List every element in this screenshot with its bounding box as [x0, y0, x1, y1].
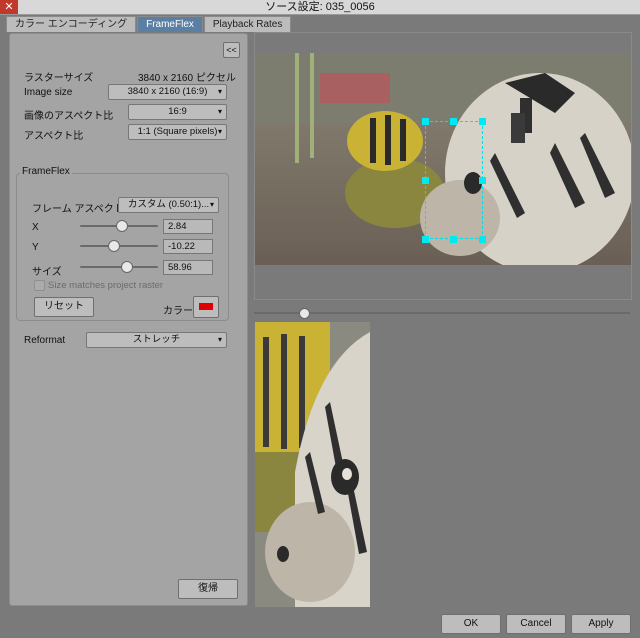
crop-handle-top-middle[interactable] — [450, 118, 457, 125]
framed-output-preview — [255, 322, 370, 607]
crop-handle-bottom-left[interactable] — [422, 236, 429, 243]
size-field[interactable]: 58.96 — [163, 260, 213, 275]
y-slider[interactable] — [80, 240, 158, 252]
window-titlebar: ✕ ソース設定: 035_0056 — [0, 0, 640, 15]
tab-color-encoding[interactable]: カラー エンコーディング — [6, 16, 137, 32]
y-field[interactable]: -10.22 — [163, 239, 213, 254]
frame-aspect-select[interactable]: カスタム (0.50:1)... ▾ — [118, 197, 219, 213]
crop-handle-middle-right[interactable] — [479, 177, 486, 184]
close-icon[interactable]: ✕ — [0, 0, 18, 14]
crop-handle-top-left[interactable] — [422, 118, 429, 125]
ok-button[interactable]: OK — [441, 614, 501, 634]
y-slider-thumb[interactable] — [107, 240, 120, 252]
size-slider[interactable] — [80, 261, 158, 273]
reformat-select[interactable]: ストレッチ ▾ — [86, 332, 227, 348]
size-matches-label: Size matches project raster — [48, 280, 164, 291]
image-aspect-select[interactable]: 16:9 ▾ — [128, 104, 227, 120]
scrub-thumb[interactable] — [299, 308, 311, 319]
raster-size-label: ラスターサイズ — [24, 73, 94, 84]
size-label: サイズ — [32, 267, 62, 278]
color-swatch-fill — [199, 303, 213, 310]
window-title: ソース設定: 035_0056 — [265, 1, 375, 13]
preview-divider — [254, 299, 631, 300]
x-slider-thumb[interactable] — [115, 220, 128, 232]
x-field[interactable]: 2.84 — [163, 219, 213, 234]
reset-button[interactable]: リセット — [34, 297, 94, 317]
crop-handle-middle-left[interactable] — [422, 177, 429, 184]
framed-output-svg — [255, 322, 370, 607]
reformat-label: Reformat — [24, 335, 66, 346]
tab-bar: カラー エンコーディング FrameFlex Playback Rates — [6, 16, 292, 33]
aspect-ratio-label: アスペクト比 — [24, 131, 84, 142]
x-label: X — [32, 222, 39, 233]
size-matches-checkbox[interactable] — [34, 280, 45, 291]
x-slider[interactable] — [80, 220, 158, 232]
tab-playback-rates[interactable]: Playback Rates — [203, 16, 292, 32]
collapse-button[interactable]: << — [223, 42, 240, 58]
chevron-down-icon: ▾ — [217, 107, 222, 116]
source-preview-image[interactable] — [255, 53, 631, 265]
image-size-select[interactable]: 3840 x 2160 (16:9) ▾ — [108, 84, 227, 100]
image-aspect-label: 画像のアスペクト比 — [24, 111, 114, 122]
image-size-label: Image size — [24, 87, 73, 98]
preview-scrub-slider[interactable] — [254, 308, 630, 319]
aspect-ratio-select[interactable]: 1:1 (Square pixels) ▾ — [128, 124, 227, 140]
chevron-down-icon: ▾ — [217, 127, 222, 136]
crop-handle-bottom-right[interactable] — [479, 236, 486, 243]
frameflex-group-title: FrameFlex — [20, 166, 72, 177]
cancel-button[interactable]: Cancel — [506, 614, 566, 634]
color-swatch-button[interactable] — [193, 296, 219, 318]
tab-frameflex[interactable]: FrameFlex — [137, 16, 203, 32]
size-slider-thumb[interactable] — [121, 261, 134, 273]
chevron-down-icon: ▾ — [217, 335, 222, 344]
apply-button[interactable]: Apply — [571, 614, 631, 634]
crop-handle-top-right[interactable] — [479, 118, 486, 125]
raster-size-value: 3840 x 2160 ピクセル — [138, 73, 236, 84]
chevron-down-icon: ▾ — [217, 87, 222, 96]
restore-button[interactable]: 復帰 — [178, 579, 238, 599]
size-slider-track — [80, 266, 158, 268]
y-label: Y — [32, 242, 39, 253]
color-label: カラー — [163, 306, 193, 317]
chevron-down-icon: ▾ — [209, 200, 214, 209]
frameflex-crop-box[interactable] — [425, 121, 483, 239]
crop-handle-bottom-middle[interactable] — [450, 236, 457, 243]
scrub-track — [254, 312, 630, 314]
